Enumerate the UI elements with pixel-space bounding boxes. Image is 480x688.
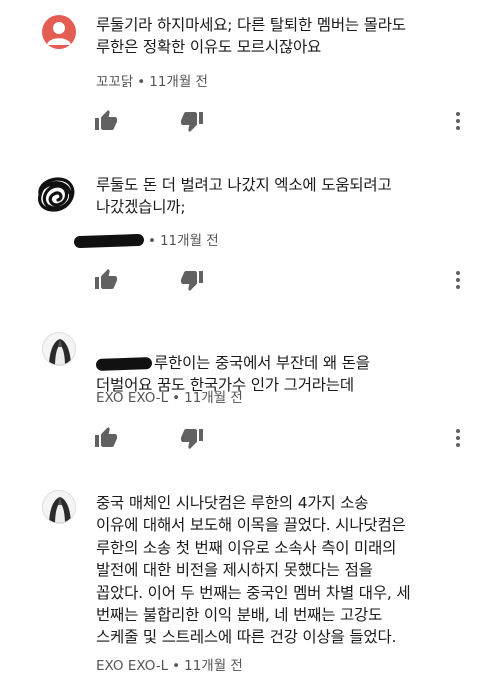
separator: • [137,74,146,90]
avatar[interactable] [42,332,76,366]
avatar[interactable] [42,490,76,524]
separator: • [172,390,181,406]
thumbs-down-icon [181,271,203,291]
comment-text: 루둘도 돈 더 벌려고 나갔지 엑소에 도움되려고 나갔겠습니까; [96,176,392,216]
comment-actions [0,109,480,133]
more-vert-icon [456,112,460,130]
comment-author[interactable]: EXO EXO-L [96,658,168,674]
comment-meta: 꼬꼬닭 • 11개월 전 [96,70,208,90]
comment-time: 11개월 전 [184,390,243,406]
comment-author[interactable]: 꼬꼬닭 [96,74,133,90]
comment-time: 11개월 전 [184,658,243,674]
comment-meta: • 11개월 전 [73,229,219,249]
comment-time: 11개월 전 [149,74,208,90]
exo-photo-icon [43,491,75,523]
comment-time: 11개월 전 [159,233,219,249]
comment-text: 중국 매체인 시나닷컴은 루한의 4가지 소송 이유에 대해서 보도해 이목을 … [96,494,411,647]
thumbs-up-icon [95,269,117,289]
dislike-button[interactable] [180,268,204,292]
redacted-author [73,233,145,249]
thumbs-down-icon [181,429,203,449]
avatar[interactable] [42,15,76,49]
like-button[interactable] [94,426,118,450]
comment-meta: EXO EXO-L • 11개월 전 [96,386,243,406]
dislike-button[interactable] [180,426,204,450]
comment-meta: EXO EXO-L • 11개월 전 [96,654,243,674]
comment-actions [0,268,480,292]
more-options-button[interactable] [446,268,470,292]
comment-author[interactable]: EXO EXO-L [96,390,168,406]
separator: • [148,233,156,249]
avatar[interactable] [32,172,78,216]
thumbs-up-icon [95,427,117,447]
redacted-mention [95,356,153,371]
like-button[interactable] [94,268,118,292]
dislike-button[interactable] [180,109,204,133]
more-options-button[interactable] [446,426,470,450]
like-button[interactable] [94,109,118,133]
scribble-mark [38,177,75,212]
comment-text: 루둘기라 하지마세요; 다른 탈퇴한 멤버는 몰라도 루한은 정확한 이유도 모… [96,16,406,56]
separator: • [172,658,181,674]
more-options-button[interactable] [446,109,470,133]
thumbs-down-icon [181,112,203,132]
thumbs-up-icon [95,110,117,130]
comment-actions [0,426,480,450]
more-vert-icon [456,429,460,447]
person-icon [47,22,71,45]
exo-photo-icon [43,333,75,365]
more-vert-icon [456,271,460,289]
